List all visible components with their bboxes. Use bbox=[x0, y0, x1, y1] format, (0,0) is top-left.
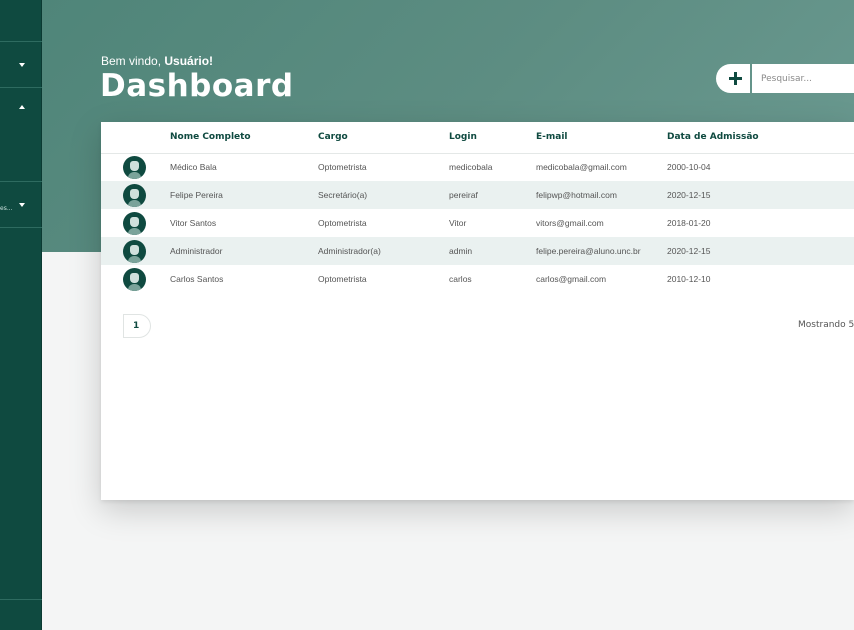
cell-cargo: Secretário(a) bbox=[318, 181, 449, 209]
cell-admission-date: 2000-10-04 bbox=[667, 162, 711, 173]
users-table: Nome Completo Cargo Login E-mail Data de… bbox=[101, 122, 854, 293]
column-header-login[interactable]: Login bbox=[449, 122, 536, 154]
cell-login: Vitor bbox=[449, 218, 467, 228]
cell-login: medicobala bbox=[449, 162, 493, 173]
welcome-text: Bem vindo, Usuário! bbox=[101, 54, 213, 68]
sidebar-divider bbox=[0, 41, 42, 42]
cell-name: Felipe Pereira bbox=[170, 181, 318, 209]
table-row[interactable]: Felipe Pereira Secretário(a) pereiraf fe… bbox=[101, 181, 854, 209]
cell-login: carlos bbox=[449, 274, 472, 284]
column-header-email[interactable]: E-mail bbox=[536, 122, 667, 154]
welcome-user: Usuário! bbox=[164, 54, 214, 68]
chevron-down-icon[interactable] bbox=[19, 63, 25, 67]
sidebar-divider bbox=[0, 181, 42, 182]
table-row[interactable]: Carlos Santos Optometrista carlos carlos… bbox=[101, 265, 854, 293]
sidebar-divider bbox=[0, 227, 42, 228]
column-header-name[interactable]: Nome Completo bbox=[170, 122, 318, 154]
sidebar-divider bbox=[0, 599, 42, 600]
cell-admission-date: 2010-12-10 bbox=[667, 274, 711, 284]
cell-admission-date: 2020-12-15 bbox=[667, 237, 854, 265]
avatar-cell bbox=[101, 237, 170, 265]
cell-email: felipwp@hotmail.com bbox=[536, 181, 667, 209]
pagination-info: Mostrando 5 bbox=[798, 320, 854, 330]
sidebar-divider bbox=[0, 87, 42, 88]
cell-login: admin bbox=[449, 237, 536, 265]
table-row[interactable]: Vitor Santos Optometrista Vitor vitors@g… bbox=[101, 209, 854, 237]
avatar bbox=[123, 239, 146, 263]
users-card: Nome Completo Cargo Login E-mail Data de… bbox=[101, 122, 854, 500]
add-button[interactable] bbox=[716, 64, 750, 93]
avatar bbox=[123, 183, 146, 207]
cell-cargo: Optometrista bbox=[318, 162, 367, 173]
cell-admission-date: 2018-01-20 bbox=[667, 218, 711, 228]
sidebar: es... bbox=[0, 0, 42, 630]
table-row[interactable]: Médico Bala Optometrista medicobala medi… bbox=[101, 153, 854, 181]
column-header-cargo[interactable]: Cargo bbox=[318, 122, 449, 154]
avatar-cell bbox=[101, 153, 170, 181]
avatar bbox=[123, 155, 146, 179]
avatar-cell bbox=[101, 181, 170, 209]
column-header-admission-date[interactable]: Data de Admissão bbox=[667, 122, 854, 154]
cell-name: Administrador bbox=[170, 237, 318, 265]
page-title: Dashboard bbox=[100, 68, 294, 104]
cell-email: vitors@gmail.com bbox=[536, 218, 604, 228]
chevron-up-icon[interactable] bbox=[19, 105, 25, 109]
sidebar-item-label[interactable]: es... bbox=[0, 205, 13, 212]
table-header-row: Nome Completo Cargo Login E-mail Data de… bbox=[101, 122, 854, 154]
cell-name: Vitor Santos bbox=[170, 218, 217, 228]
cell-email: felipe.pereira@aluno.unc.br bbox=[536, 237, 667, 265]
cell-login: pereiraf bbox=[449, 181, 536, 209]
plus-icon bbox=[729, 72, 742, 85]
cell-cargo: Optometrista bbox=[318, 274, 367, 284]
avatar-cell bbox=[101, 209, 170, 237]
pagination-page-button[interactable]: 1 bbox=[123, 314, 151, 338]
welcome-prefix: Bem vindo, bbox=[101, 54, 165, 68]
cell-admission-date: 2020-12-15 bbox=[667, 181, 854, 209]
avatar bbox=[123, 211, 146, 235]
cell-cargo: Administrador(a) bbox=[318, 237, 449, 265]
avatar-cell bbox=[101, 265, 170, 293]
chevron-down-icon[interactable] bbox=[19, 203, 25, 207]
avatar bbox=[123, 267, 146, 291]
cell-email: carlos@gmail.com bbox=[536, 274, 607, 284]
column-header-avatar bbox=[101, 122, 170, 154]
table-row[interactable]: Administrador Administrador(a) admin fel… bbox=[101, 237, 854, 265]
search-input[interactable] bbox=[752, 64, 854, 93]
cell-email: medicobala@gmail.com bbox=[536, 162, 627, 173]
cell-name: Carlos Santos bbox=[170, 274, 224, 284]
cell-cargo: Optometrista bbox=[318, 218, 367, 228]
cell-name: Médico Bala bbox=[170, 162, 217, 173]
